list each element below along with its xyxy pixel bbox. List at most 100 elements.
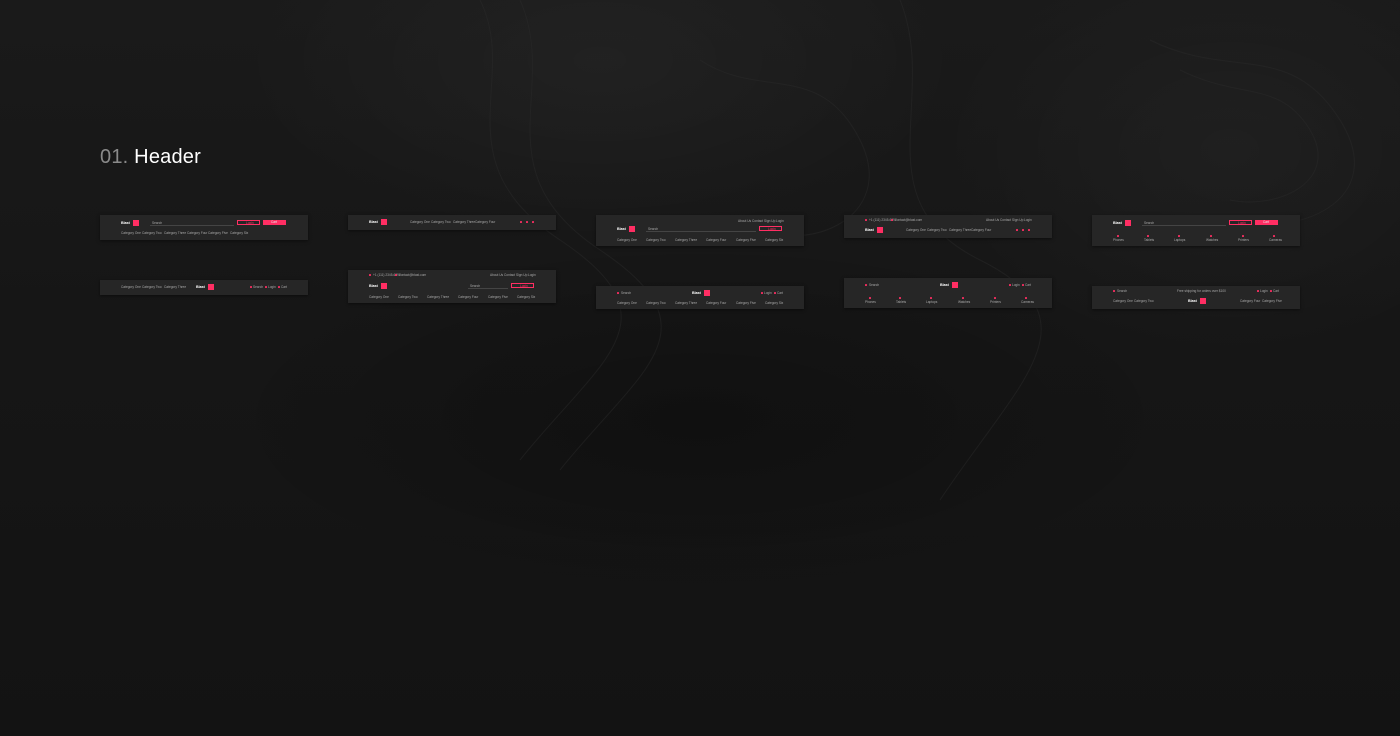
nav-item[interactable]: Category Five <box>208 231 228 235</box>
login-button[interactable]: Login <box>511 283 534 288</box>
category-label[interactable]: Laptops <box>1174 238 1185 242</box>
nav-item[interactable]: Category One <box>617 301 637 305</box>
cart-icon[interactable] <box>1270 290 1272 292</box>
nav-item[interactable]: Category Four <box>458 295 478 299</box>
nav-item[interactable]: Category Three <box>164 285 186 289</box>
category-label[interactable]: Cameras <box>1269 238 1282 242</box>
logo[interactable]: Blast <box>692 290 710 296</box>
watch-category-icon[interactable] <box>1210 235 1212 237</box>
top-link[interactable]: Login <box>528 273 536 277</box>
search-icon[interactable] <box>1113 290 1115 292</box>
search-link[interactable]: Search <box>253 285 263 289</box>
camera-category-icon[interactable] <box>1025 297 1027 299</box>
top-link[interactable]: Sign Up <box>1012 218 1023 222</box>
phone-category-icon[interactable] <box>1117 235 1119 237</box>
camera-category-icon[interactable] <box>1273 235 1275 237</box>
nav-item[interactable]: Category Four <box>971 228 991 232</box>
laptop-category-icon[interactable] <box>1178 235 1180 237</box>
tablet-category-icon[interactable] <box>899 297 901 299</box>
nav-item[interactable]: Category Four <box>187 231 207 235</box>
cart-icon[interactable] <box>774 292 776 294</box>
cart-button[interactable]: Cart <box>1255 220 1278 225</box>
nav-item[interactable]: Category Six <box>517 295 535 299</box>
top-link[interactable]: About Us <box>986 218 999 222</box>
nav-item[interactable]: Category Five <box>488 295 508 299</box>
tablet-category-icon[interactable] <box>1147 235 1149 237</box>
category-label[interactable]: Watches <box>1206 238 1218 242</box>
login-link[interactable]: Login <box>1260 289 1268 293</box>
top-link[interactable]: Contact <box>504 273 515 277</box>
watch-category-icon[interactable] <box>962 297 964 299</box>
top-link[interactable]: Login <box>1024 218 1032 222</box>
printer-category-icon[interactable] <box>1242 235 1244 237</box>
search-link[interactable]: Search <box>869 283 879 287</box>
cart-link[interactable]: Cart <box>1025 283 1031 287</box>
nav-item[interactable]: Category One <box>121 231 141 235</box>
login-link[interactable]: Login <box>268 285 276 289</box>
logo[interactable]: Blast <box>865 227 883 233</box>
logo[interactable]: Blast <box>369 283 387 289</box>
cart-icon[interactable] <box>278 286 280 288</box>
nav-item[interactable]: Category Two <box>927 228 947 232</box>
cart-link[interactable]: Cart <box>1273 289 1279 293</box>
cart-icon[interactable] <box>1022 284 1024 286</box>
nav-item[interactable]: Category Two <box>142 231 162 235</box>
nav-item[interactable]: Category Four <box>706 238 726 242</box>
category-label[interactable]: Phones <box>865 300 876 304</box>
nav-item[interactable]: Category Six <box>765 238 783 242</box>
nav-item[interactable]: Category Three <box>675 301 697 305</box>
category-label[interactable]: Tablets <box>1144 238 1154 242</box>
search-link[interactable]: Search <box>1117 289 1127 293</box>
category-label[interactable]: Laptops <box>926 300 937 304</box>
category-label[interactable]: Printers <box>990 300 1001 304</box>
category-label[interactable]: Phones <box>1113 238 1124 242</box>
top-link[interactable]: Sign Up <box>764 219 775 223</box>
top-link[interactable]: Contact <box>1000 218 1011 222</box>
nav-item[interactable]: Category Two <box>646 238 666 242</box>
user-icon[interactable] <box>265 286 267 288</box>
search-input[interactable]: Search <box>468 283 508 289</box>
logo[interactable]: Blast <box>617 226 635 232</box>
nav-item[interactable]: Category Six <box>765 301 783 305</box>
nav-item[interactable]: Category Two <box>646 301 666 305</box>
nav-item[interactable]: Category Four <box>1240 299 1260 303</box>
nav-item[interactable]: Category One <box>617 238 637 242</box>
nav-item[interactable]: Category Three <box>453 220 475 224</box>
login-button[interactable]: Login <box>759 226 782 231</box>
search-input[interactable]: Search <box>150 220 234 226</box>
top-link[interactable]: About Us <box>738 219 751 223</box>
nav-item[interactable]: Category Two <box>398 295 418 299</box>
laptop-category-icon[interactable] <box>930 297 932 299</box>
search-icon[interactable] <box>617 292 619 294</box>
nav-item[interactable]: Category Five <box>736 301 756 305</box>
cart-icon[interactable] <box>532 221 534 223</box>
search-icon[interactable] <box>250 286 252 288</box>
nav-item[interactable]: Category Five <box>736 238 756 242</box>
phone-category-icon[interactable] <box>869 297 871 299</box>
cart-button[interactable]: Cart <box>263 220 286 225</box>
user-icon[interactable] <box>526 221 528 223</box>
search-input[interactable]: Search <box>646 226 756 232</box>
search-icon[interactable] <box>1016 229 1018 231</box>
category-label[interactable]: Printers <box>1238 238 1249 242</box>
nav-item[interactable]: Category One <box>121 285 141 289</box>
logo[interactable]: Blast <box>196 284 214 290</box>
nav-item[interactable]: Category Three <box>949 228 971 232</box>
nav-item[interactable]: Category Four <box>706 301 726 305</box>
nav-item[interactable]: Category Five <box>1262 299 1282 303</box>
nav-item[interactable]: Category Three <box>164 231 186 235</box>
search-link[interactable]: Search <box>621 291 631 295</box>
login-button[interactable]: Login <box>237 220 260 225</box>
category-label[interactable]: Cameras <box>1021 300 1034 304</box>
category-label[interactable]: Tablets <box>896 300 906 304</box>
user-icon[interactable] <box>1009 284 1011 286</box>
nav-item[interactable]: Category Three <box>675 238 697 242</box>
login-link[interactable]: Login <box>764 291 772 295</box>
nav-item[interactable]: Category Two <box>431 220 451 224</box>
nav-item[interactable]: Category Two <box>142 285 162 289</box>
search-icon[interactable] <box>865 284 867 286</box>
nav-item[interactable]: Category One <box>906 228 926 232</box>
top-link[interactable]: Sign Up <box>516 273 527 277</box>
search-input[interactable]: Search <box>1142 220 1226 226</box>
cart-icon[interactable] <box>1028 229 1030 231</box>
